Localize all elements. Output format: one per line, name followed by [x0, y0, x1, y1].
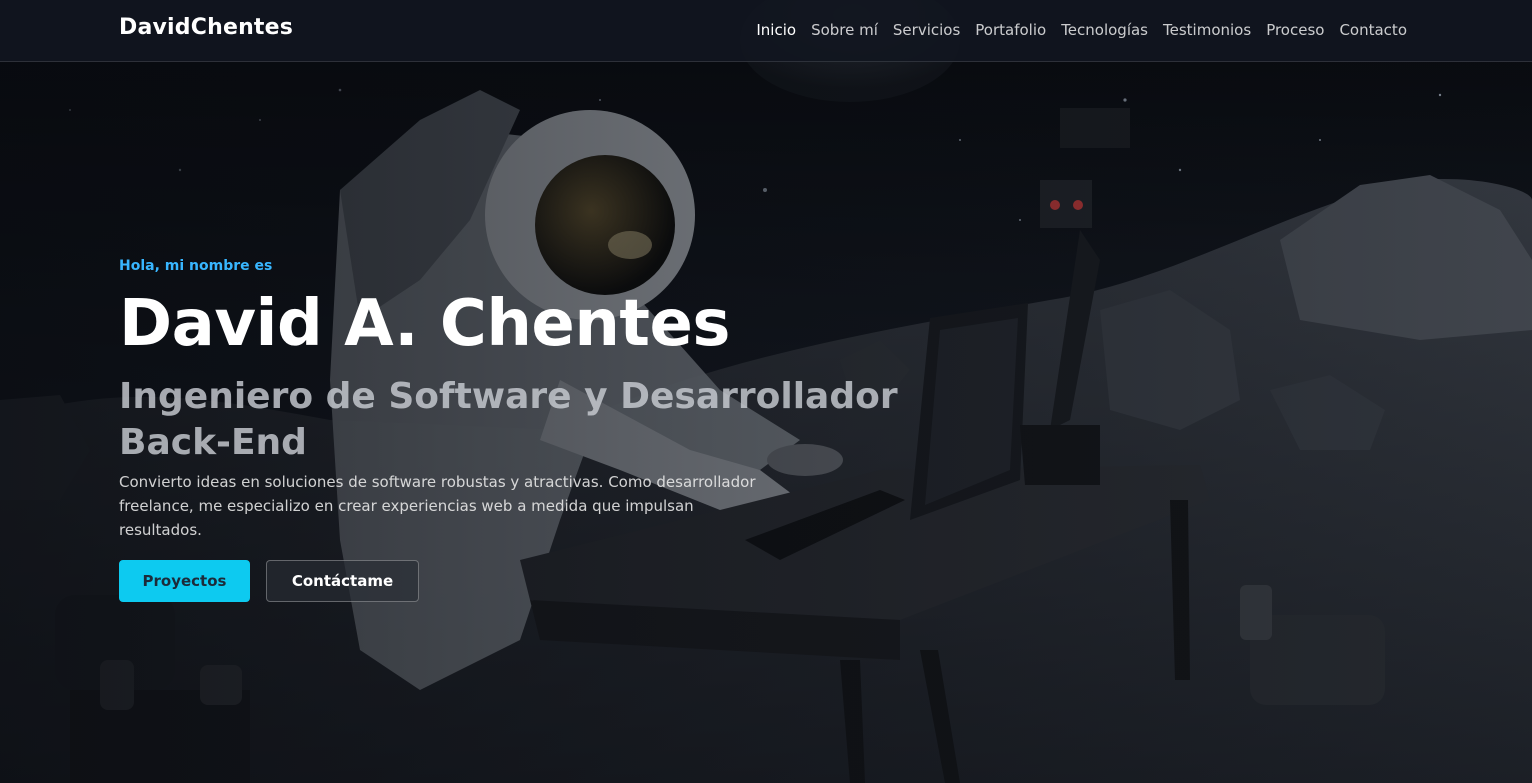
- nav-link-testimonios[interactable]: Testimonios: [1163, 21, 1251, 39]
- brand-logo[interactable]: DavidChentes: [119, 15, 293, 40]
- nav-link-inicio[interactable]: Inicio: [756, 21, 796, 39]
- hero-role-subtitle: Ingeniero de Software y Desarrollador Ba…: [119, 376, 898, 463]
- hero-eyebrow: Hola, mi nombre es: [119, 258, 273, 274]
- nav-link-tecnologias[interactable]: Tecnologías: [1061, 21, 1148, 39]
- nav-link-servicios[interactable]: Servicios: [893, 21, 960, 39]
- nav-links: Inicio Sobre mí Servicios Portafolio Tec…: [756, 21, 1407, 39]
- page: DavidChentes Inicio Sobre mí Servicios P…: [0, 0, 1532, 783]
- hero-name-heading: David A. Chentes: [119, 287, 730, 361]
- hero-section: Hola, mi nombre es David A. Chentes Inge…: [119, 258, 919, 602]
- nav-link-proceso[interactable]: Proceso: [1266, 21, 1324, 39]
- nav-link-sobre-mi[interactable]: Sobre mí: [811, 21, 878, 39]
- hero-description: Convierto ideas en soluciones de softwar…: [119, 473, 756, 539]
- contact-me-button[interactable]: Contáctame: [266, 560, 419, 602]
- projects-button[interactable]: Proyectos: [119, 560, 250, 602]
- hero-actions: Proyectos Contáctame: [119, 560, 919, 602]
- nav-link-portafolio[interactable]: Portafolio: [975, 21, 1046, 39]
- navbar: DavidChentes Inicio Sobre mí Servicios P…: [0, 0, 1532, 62]
- nav-link-contacto[interactable]: Contacto: [1339, 21, 1407, 39]
